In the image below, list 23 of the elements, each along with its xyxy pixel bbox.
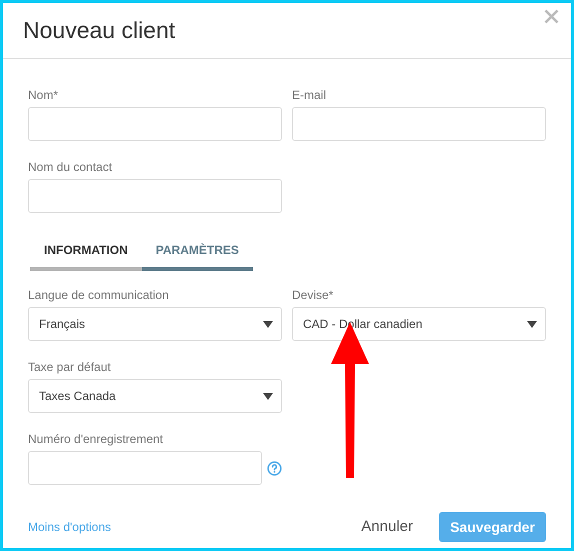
dialog-title: Nouveau client bbox=[23, 16, 176, 46]
close-icon[interactable] bbox=[544, 9, 559, 24]
input-field[interactable] bbox=[28, 179, 282, 213]
field-label: Nom* bbox=[28, 88, 60, 102]
input-field[interactable] bbox=[28, 451, 262, 485]
tab[interactable]: INFORMATION bbox=[30, 233, 142, 271]
help-icon[interactable] bbox=[267, 460, 282, 476]
caret-icon bbox=[527, 320, 537, 328]
input-field[interactable] bbox=[28, 107, 282, 141]
caret-icon bbox=[263, 320, 273, 328]
tab[interactable]: PARAMÈTRES bbox=[142, 233, 253, 271]
input-field[interactable] bbox=[292, 107, 546, 141]
field-label: Taxe par défaut bbox=[28, 360, 112, 374]
field-label: Devise* bbox=[292, 288, 334, 302]
select-field[interactable]: Français bbox=[28, 307, 282, 341]
caret-icon bbox=[263, 392, 273, 400]
cancel-button[interactable]: Annuler bbox=[355, 512, 419, 542]
field-label: Nom du contact bbox=[28, 160, 114, 174]
field-label: Langue de communication bbox=[28, 288, 170, 302]
select-field[interactable]: Taxes Canada bbox=[28, 379, 282, 413]
select-field[interactable]: CAD - Dollar canadien bbox=[292, 307, 546, 341]
field-label: E-mail bbox=[292, 88, 328, 102]
field-label: Numéro d'enregistrement bbox=[28, 432, 164, 446]
